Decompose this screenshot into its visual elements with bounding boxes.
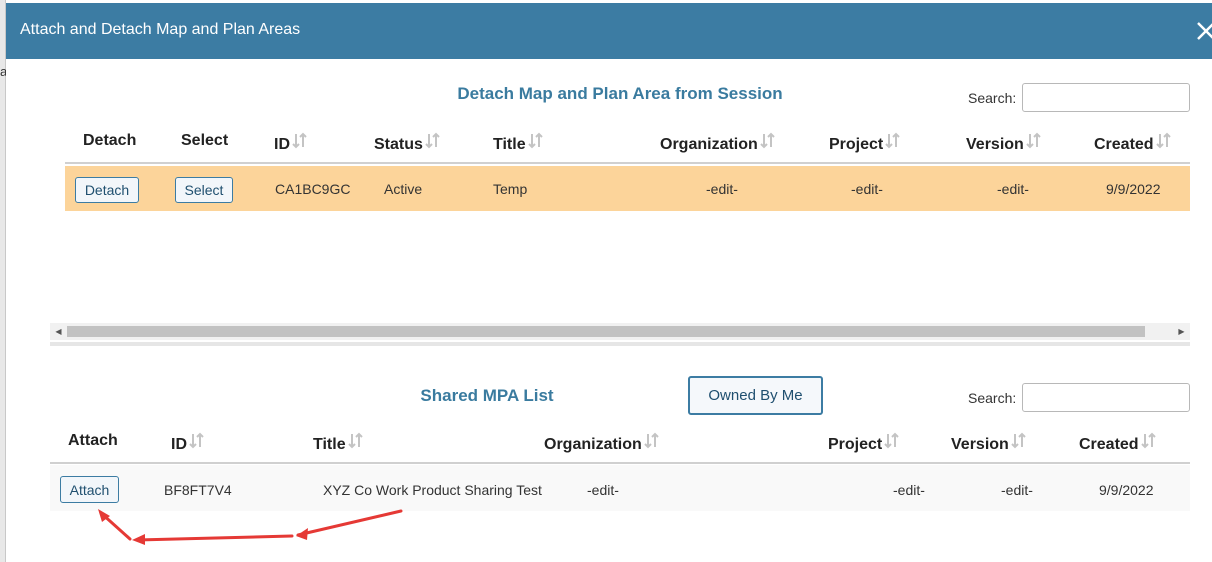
arrowhead <box>132 534 145 545</box>
attach-detach-dialog: Attach and Detach Map and Plan Areas Det… <box>6 3 1212 562</box>
red-arrow-annotation <box>98 509 403 545</box>
arrow-shaft <box>135 534 294 542</box>
arrow-shaft <box>296 509 403 537</box>
